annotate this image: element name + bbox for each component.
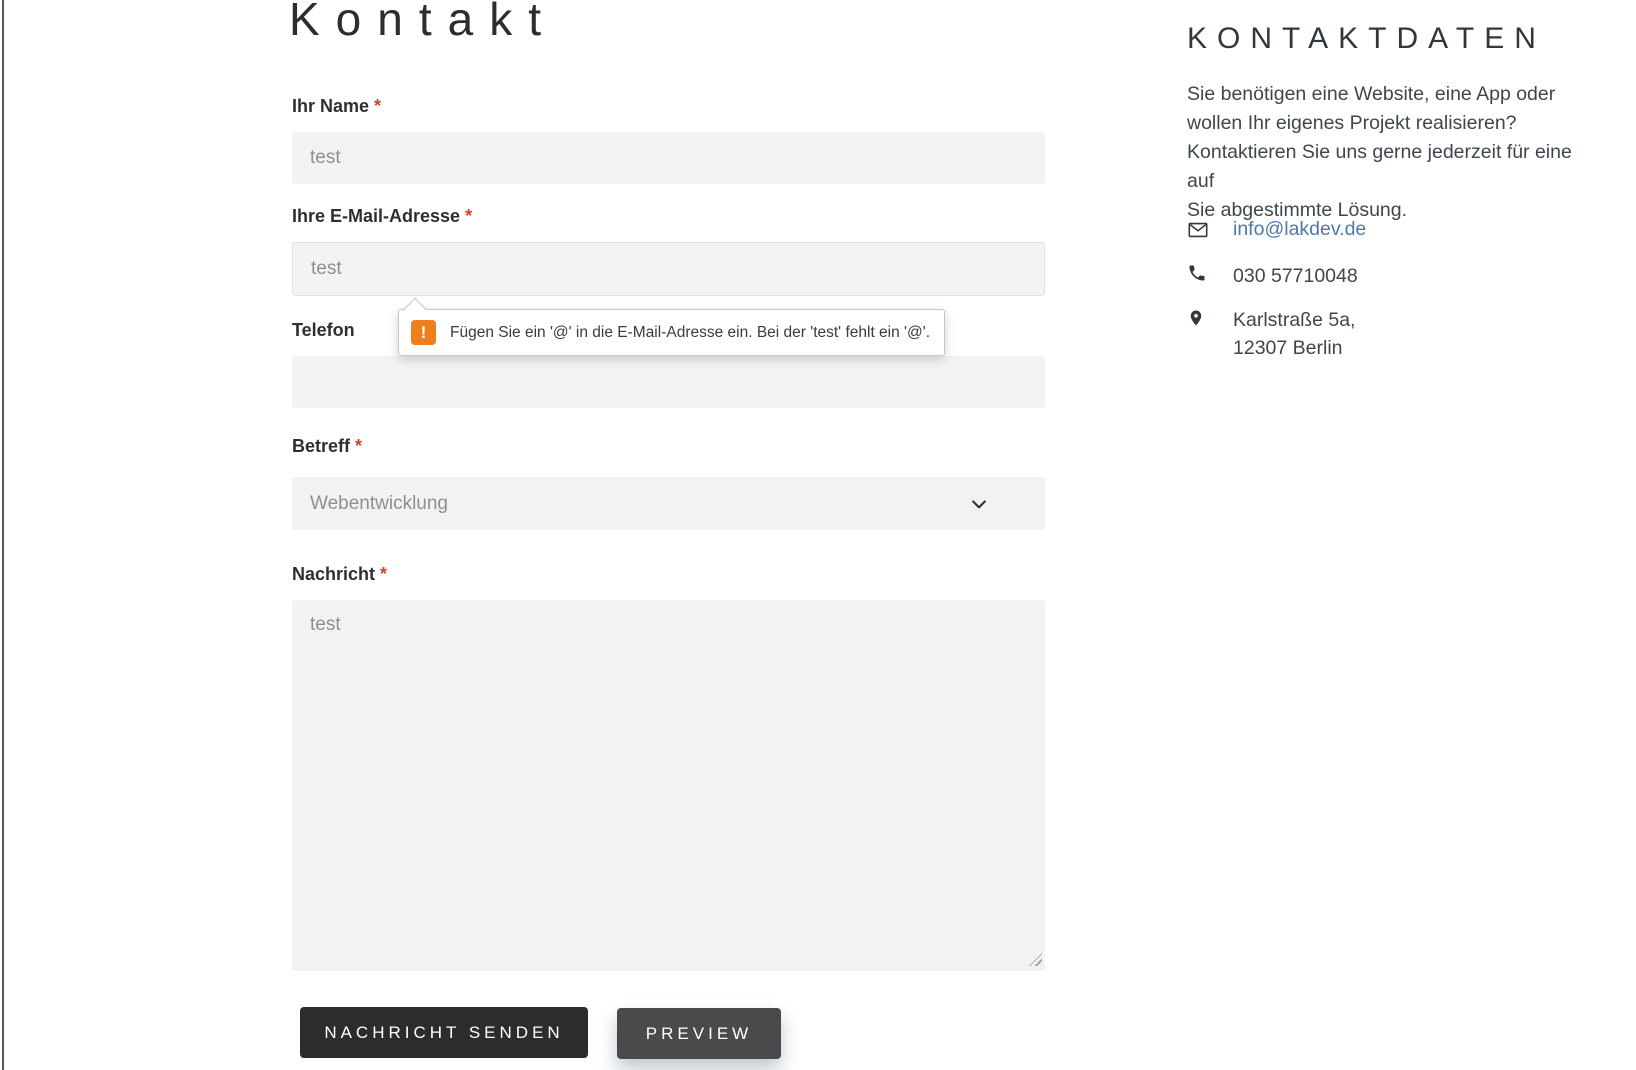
email-validation-tooltip: ! Fügen Sie ein '@' in die E-Mail-Adress… xyxy=(398,309,945,356)
message-field-wrap: test xyxy=(292,600,1045,971)
email-input[interactable] xyxy=(292,242,1045,296)
contact-row-phone: 030 57710048 xyxy=(1187,262,1358,290)
contact-data-section: KONTAKTDATEN Sie benötigen eine Website,… xyxy=(1187,22,1597,442)
phone-number: 030 57710048 xyxy=(1233,262,1358,290)
contact-form: Kontakt Ihr Name* Ihre E-Mail-Adresse* !… xyxy=(292,0,1045,1070)
message-textarea[interactable]: test xyxy=(292,600,1045,971)
address-text: Karlstraße 5a, 12307 Berlin xyxy=(1233,306,1355,362)
window-edge xyxy=(2,0,4,1070)
tooltip-arrow xyxy=(404,298,427,321)
name-label: Ihr Name* xyxy=(292,96,381,117)
preview-button[interactable]: PREVIEW xyxy=(617,1008,781,1059)
required-marker: * xyxy=(374,96,381,116)
validation-message: Fügen Sie ein '@' in die E-Mail-Adresse … xyxy=(450,324,930,342)
required-marker: * xyxy=(465,206,472,226)
phone-label: Telefon xyxy=(292,320,355,341)
name-input[interactable] xyxy=(292,132,1045,184)
subject-select[interactable]: Webentwicklung xyxy=(292,477,1045,530)
page-title: Kontakt xyxy=(289,0,557,46)
contact-data-title: KONTAKTDATEN xyxy=(1187,22,1546,56)
phone-input[interactable] xyxy=(292,356,1045,408)
location-pin-icon xyxy=(1187,306,1209,334)
subject-label: Betreff* xyxy=(292,436,362,457)
message-label: Nachricht* xyxy=(292,564,387,585)
required-marker: * xyxy=(380,564,387,584)
contact-row-address: Karlstraße 5a, 12307 Berlin xyxy=(1187,306,1355,362)
email-label: Ihre E-Mail-Adresse* xyxy=(292,206,472,227)
contact-page: Kontakt Ihr Name* Ihre E-Mail-Adresse* !… xyxy=(0,0,1636,1070)
exclamation-icon: ! xyxy=(411,320,436,345)
required-marker: * xyxy=(355,436,362,456)
contact-row-email: info@lakdev.de xyxy=(1187,218,1366,246)
chevron-down-icon xyxy=(969,494,989,520)
envelope-icon xyxy=(1187,218,1209,246)
email-link[interactable]: info@lakdev.de xyxy=(1233,218,1366,241)
subject-selected-value: Webentwicklung xyxy=(310,493,448,515)
phone-icon xyxy=(1187,262,1209,288)
contact-intro-text: Sie benötigen eine Website, eine App ode… xyxy=(1187,80,1597,225)
send-message-button[interactable]: NACHRICHT SENDEN xyxy=(300,1007,588,1058)
